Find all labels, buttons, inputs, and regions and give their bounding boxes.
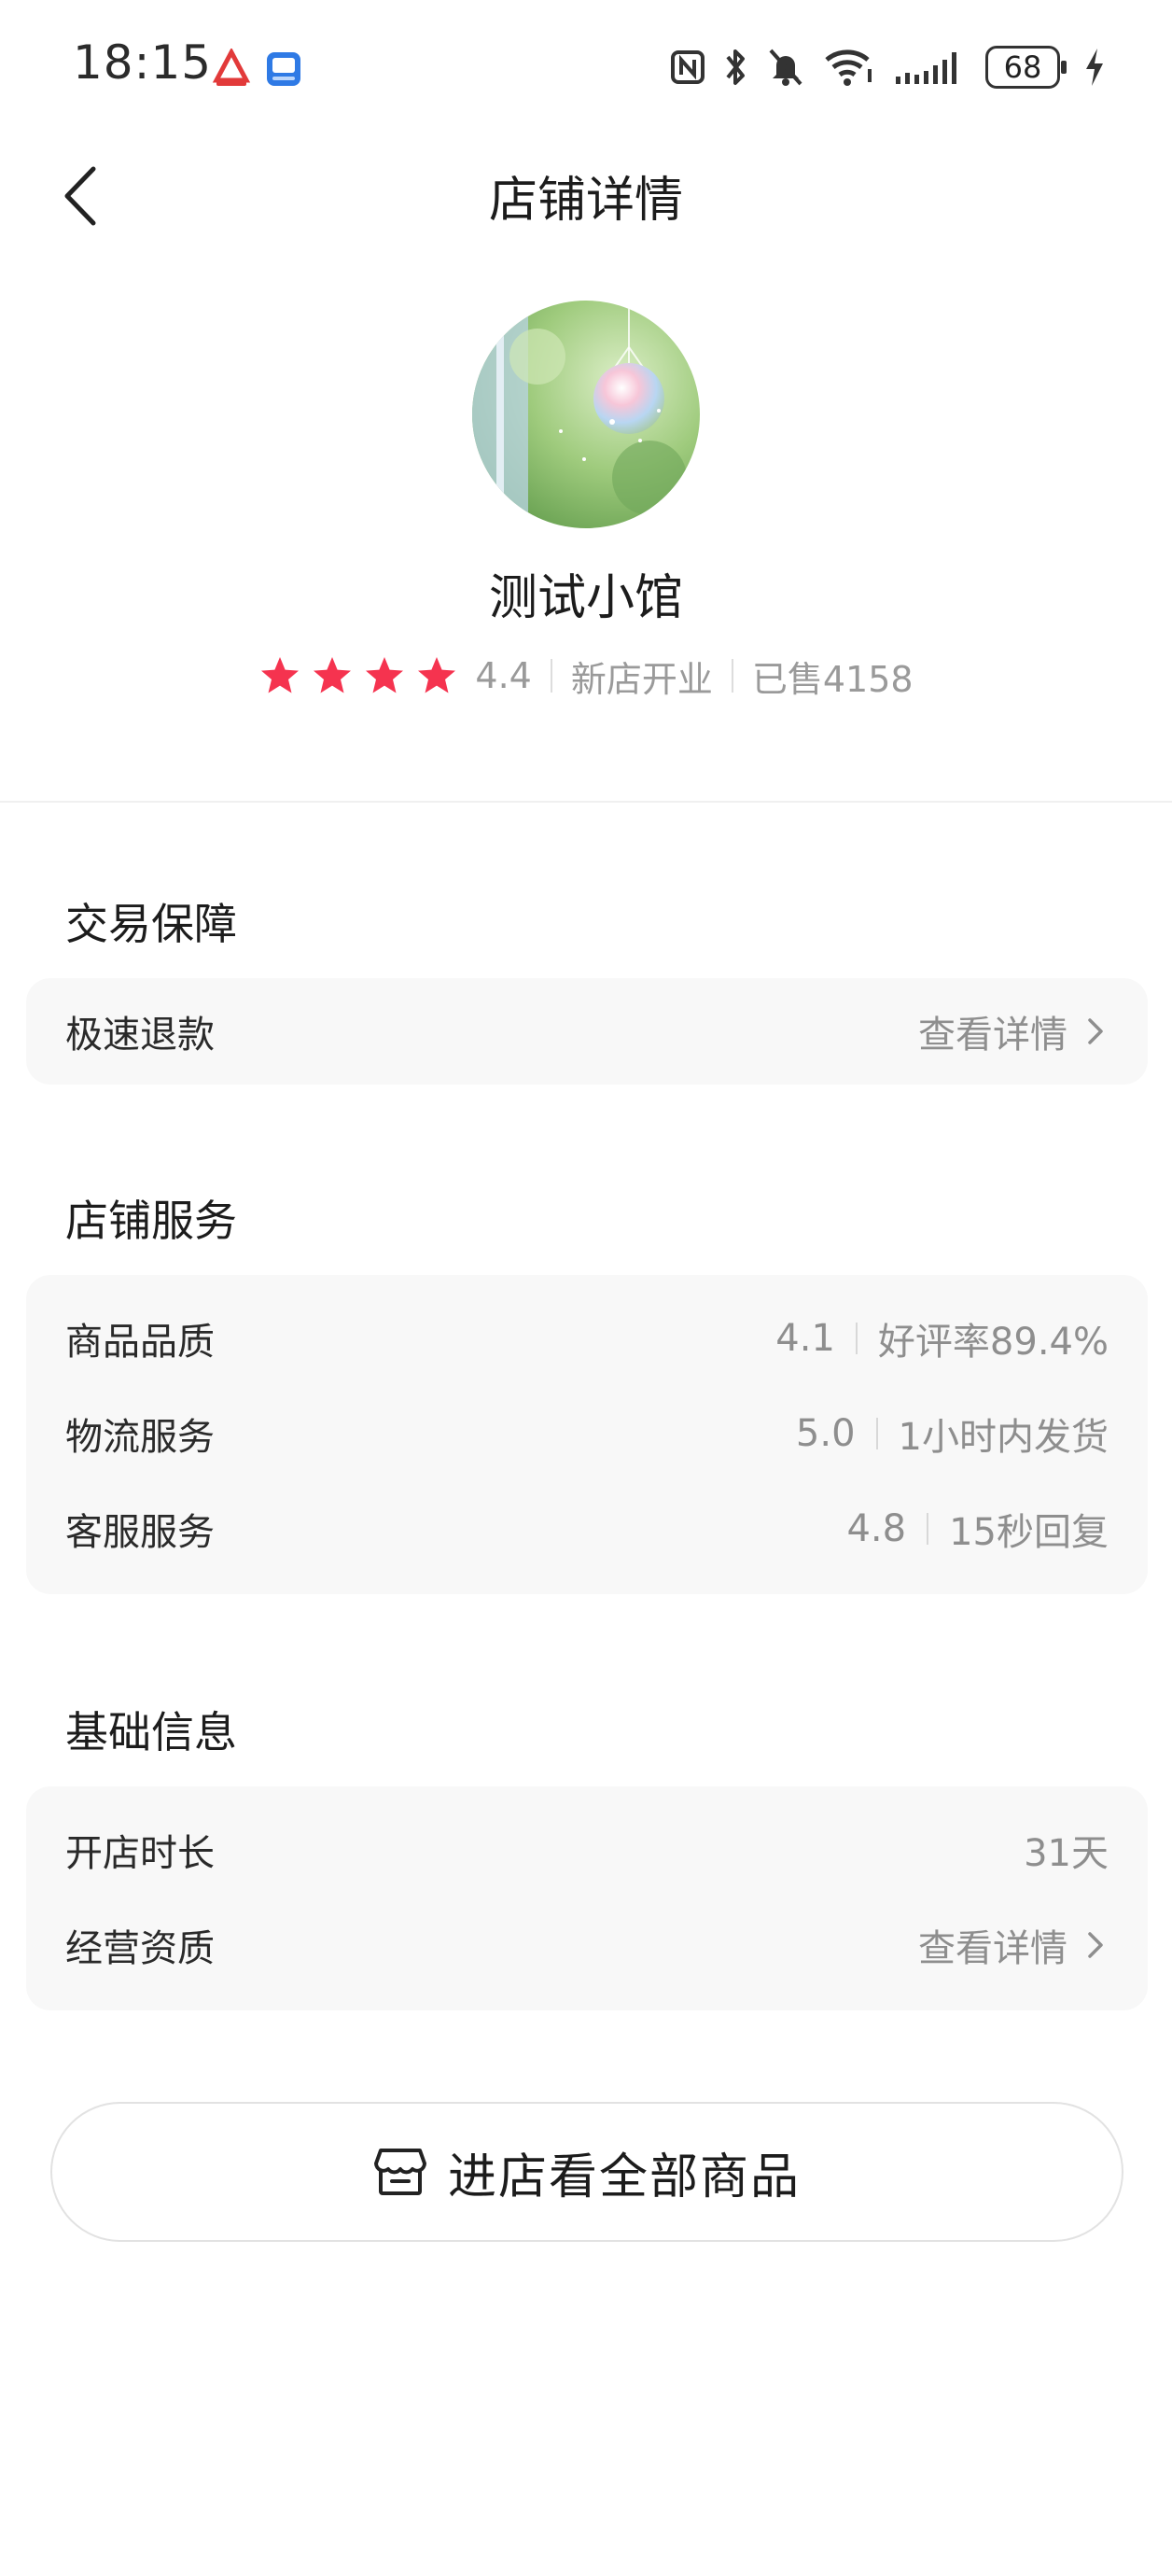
star-icon [314,657,352,693]
separator [855,1323,858,1354]
view-details-link[interactable]: 查看详情 [918,1918,1109,1972]
score: 5.0 [795,1412,856,1455]
row-fast-refund[interactable]: 极速退款 查看详情 [65,1003,1109,1059]
status-icons: 68 [670,43,1107,91]
separator [875,1418,878,1449]
store-service-card: 商品品质 4.1 好评率89.4% 物流服务 5.0 1小时内发货 客服服务 4… [26,1275,1148,1594]
row-label: 商品品质 [65,1321,215,1364]
enter-store-button[interactable]: 进店看全部商品 [50,2102,1123,2242]
header-divider [0,801,1172,803]
app-icon-red [212,49,251,86]
row-label: 极速退款 [65,1014,215,1057]
battery-icon: 68 [985,46,1067,89]
nfc-icon [671,50,705,84]
chevron-right-icon [1088,1932,1103,1958]
status-time: 18:15 [73,35,213,90]
row-label: 经营资质 [65,1927,215,1970]
store-detail-page: 18:15 68 店铺详情 测试小馆 4.4 新店开业 已售4158 交易保障 … [0,0,1172,2576]
separator [731,659,733,693]
view-details-link[interactable]: 查看详情 [918,1004,1109,1058]
star-icon [261,657,300,693]
row-label: 客服服务 [65,1511,215,1554]
nav-bar: 店铺详情 [0,140,1172,252]
app-icon-blue [267,52,300,86]
score-desc: 1小时内发货 [898,1416,1109,1459]
wifi-icon [825,49,872,86]
score: 4.8 [846,1507,907,1550]
sold-count: 已售4158 [751,658,914,700]
store-avatar [472,301,700,528]
score: 4.1 [775,1317,835,1360]
store-name: 测试小馆 [488,570,683,626]
chevron-right-icon [1088,1018,1103,1044]
row-label: 开店时长 [65,1832,215,1875]
row-value: 31天 [1024,1832,1109,1875]
trade-guarantee-card: 极速退款 查看详情 [26,978,1148,1085]
row-value: 4.1 好评率89.4% [775,1311,1109,1365]
signal-icon [896,52,956,84]
star-icon [418,657,456,693]
store-rating-row: 4.4 新店开业 已售4158 [0,648,1172,704]
enter-store-label: 进店看全部商品 [447,2149,801,2205]
separator [927,1513,929,1545]
row-logistics: 物流服务 5.0 1小时内发货 [65,1406,1109,1462]
charging-icon [1086,49,1103,86]
bluetooth-icon [726,49,745,85]
section-title-basic-info: 基础信息 [65,1707,237,1757]
score-desc: 好评率89.4% [877,1321,1109,1364]
rating-stars [258,654,458,697]
section-title-store-service: 店铺服务 [65,1196,237,1246]
store-avatar-image [472,301,700,528]
rating-score: 4.4 [475,655,532,696]
mute-icon [769,49,802,86]
row-customer-service: 客服服务 4.8 15秒回复 [65,1501,1109,1557]
row-value: 5.0 1小时内发货 [796,1407,1109,1461]
row-product-quality: 商品品质 4.1 好评率89.4% [65,1310,1109,1366]
link-text: 查看详情 [918,1927,1067,1970]
score-desc: 15秒回复 [949,1511,1109,1554]
store-icon [373,2149,426,2195]
row-business-qualification[interactable]: 经营资质 查看详情 [65,1917,1109,1973]
row-label: 物流服务 [65,1416,215,1459]
section-title-trade-guarantee: 交易保障 [65,899,237,949]
row-store-age: 开店时长 31天 [65,1822,1109,1878]
link-text: 查看详情 [918,1014,1067,1057]
status-bar: 18:15 68 [0,0,1172,131]
basic-info-card: 开店时长 31天 经营资质 查看详情 [26,1786,1148,2010]
page-title: 店铺详情 [488,173,683,229]
row-value: 4.8 15秒回复 [846,1502,1109,1556]
store-tag: 新店开业 [570,658,713,700]
star-icon [366,657,404,693]
separator [550,659,552,693]
